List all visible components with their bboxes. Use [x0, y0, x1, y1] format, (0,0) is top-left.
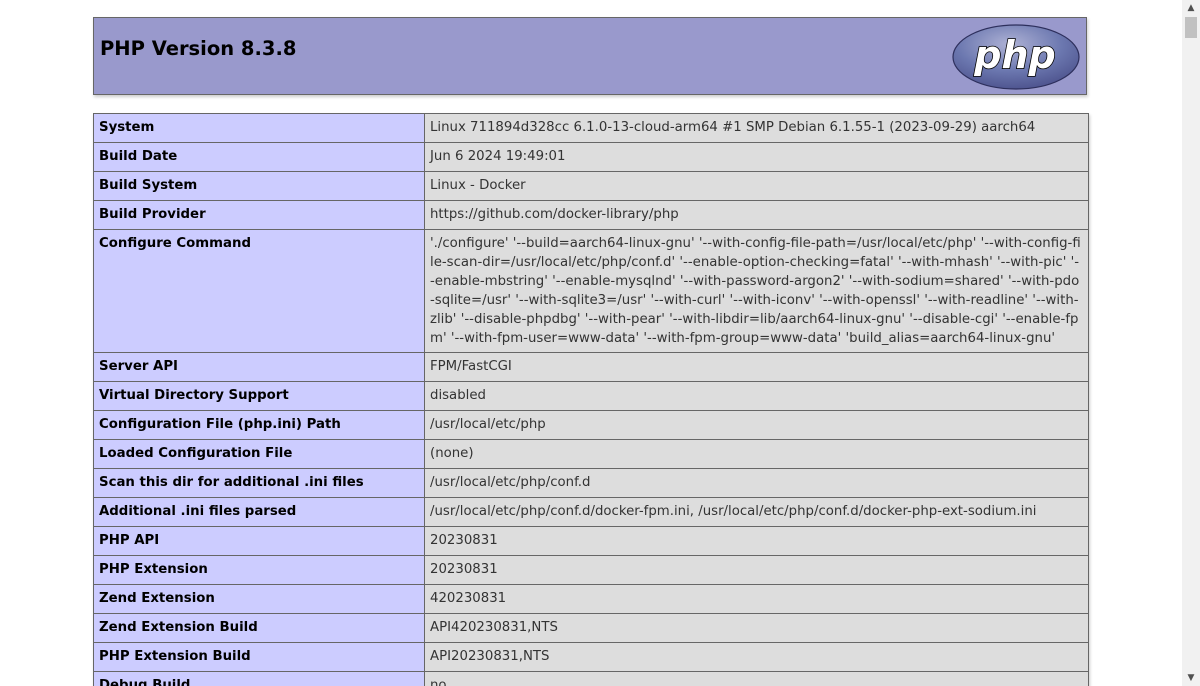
- row-label: Build Date: [93, 142, 425, 172]
- table-row: Build Date Jun 6 2024 19:49:01: [93, 142, 1089, 172]
- row-value: API420230831,NTS: [424, 613, 1089, 643]
- row-value: https://github.com/docker-library/php: [424, 200, 1089, 230]
- row-label: Debug Build: [93, 671, 425, 686]
- table-row: Zend Extension Build API420230831,NTS: [93, 613, 1089, 643]
- row-label: System: [93, 113, 425, 143]
- row-label: PHP API: [93, 526, 425, 556]
- scroll-up-arrow-icon[interactable]: ▲: [1182, 0, 1200, 16]
- table-row: Additional .ini files parsed/usr/local/e…: [93, 497, 1089, 527]
- row-value: './configure' '--build=aarch64-linux-gnu…: [424, 229, 1089, 353]
- row-value: 420230831: [424, 584, 1089, 614]
- table-row: PHP API 20230831: [93, 526, 1089, 556]
- row-value: /usr/local/etc/php/conf.d: [424, 468, 1089, 498]
- row-label: Build Provider: [93, 200, 425, 230]
- row-label: Build System: [93, 171, 425, 201]
- row-value: FPM/FastCGI: [424, 352, 1089, 382]
- row-label: Loaded Configuration File: [93, 439, 425, 469]
- php-logo: php: [952, 24, 1080, 90]
- row-label: Zend Extension Build: [93, 613, 425, 643]
- table-row: Scan this dir for additional .ini files /…: [93, 468, 1089, 498]
- table-row: PHP Extension Build API20230831,NTS: [93, 642, 1089, 672]
- row-value: Jun 6 2024 19:49:01: [424, 142, 1089, 172]
- table-row: Server API FPM/FastCGI: [93, 352, 1089, 382]
- row-label: PHP Extension: [93, 555, 425, 585]
- row-value: Linux - Docker: [424, 171, 1089, 201]
- row-value: 20230831: [424, 555, 1089, 585]
- php-info-table: System Linux 711894d328cc 6.1.0-13-cloud-…: [93, 113, 1089, 686]
- row-value: Linux 711894d328cc 6.1.0-13-cloud-arm64 …: [424, 113, 1089, 143]
- row-label: Additional .ini files parsed: [93, 497, 425, 527]
- row-label: Configure Command: [93, 229, 425, 353]
- table-row: PHP Extension 20230831: [93, 555, 1089, 585]
- row-label: Virtual Directory Support: [93, 381, 425, 411]
- vertical-scrollbar[interactable]: ▲ ▼: [1182, 0, 1200, 686]
- row-value: /usr/local/etc/php/conf.d/docker-fpm.ini…: [424, 497, 1089, 527]
- page-viewport: PHP Version 8.3.8 php System Linux 711894…: [0, 0, 1182, 686]
- row-label: Zend Extension: [93, 584, 425, 614]
- table-row: Debug Build no: [93, 671, 1089, 686]
- php-logo-text: php: [973, 33, 1055, 77]
- table-row: Configure Command './configure' '--build=…: [93, 229, 1089, 353]
- row-label: Scan this dir for additional .ini files: [93, 468, 425, 498]
- table-row: System Linux 711894d328cc 6.1.0-13-cloud-…: [93, 113, 1089, 143]
- scroll-down-arrow-icon[interactable]: ▼: [1182, 670, 1200, 686]
- table-row: Zend Extension 420230831: [93, 584, 1089, 614]
- scroll-thumb[interactable]: [1185, 17, 1197, 38]
- row-label: PHP Extension Build: [93, 642, 425, 672]
- table-row: Configuration File (php.ini) Path/usr/lo…: [93, 410, 1089, 440]
- row-value: no: [424, 671, 1089, 686]
- php-version-header: PHP Version 8.3.8 php: [93, 17, 1087, 95]
- row-label: Server API: [93, 352, 425, 382]
- row-value: API20230831,NTS: [424, 642, 1089, 672]
- row-value: (none): [424, 439, 1089, 469]
- row-value: disabled: [424, 381, 1089, 411]
- table-row: Build Provider https://github.com/docker-…: [93, 200, 1089, 230]
- row-label: Configuration File (php.ini) Path: [93, 410, 425, 440]
- table-row: Build System Linux - Docker: [93, 171, 1089, 201]
- row-value: /usr/local/etc/php: [424, 410, 1089, 440]
- row-value: 20230831: [424, 526, 1089, 556]
- table-row: Loaded Configuration File (none): [93, 439, 1089, 469]
- table-row: Virtual Directory Support disabled: [93, 381, 1089, 411]
- page-title: PHP Version 8.3.8: [100, 37, 297, 60]
